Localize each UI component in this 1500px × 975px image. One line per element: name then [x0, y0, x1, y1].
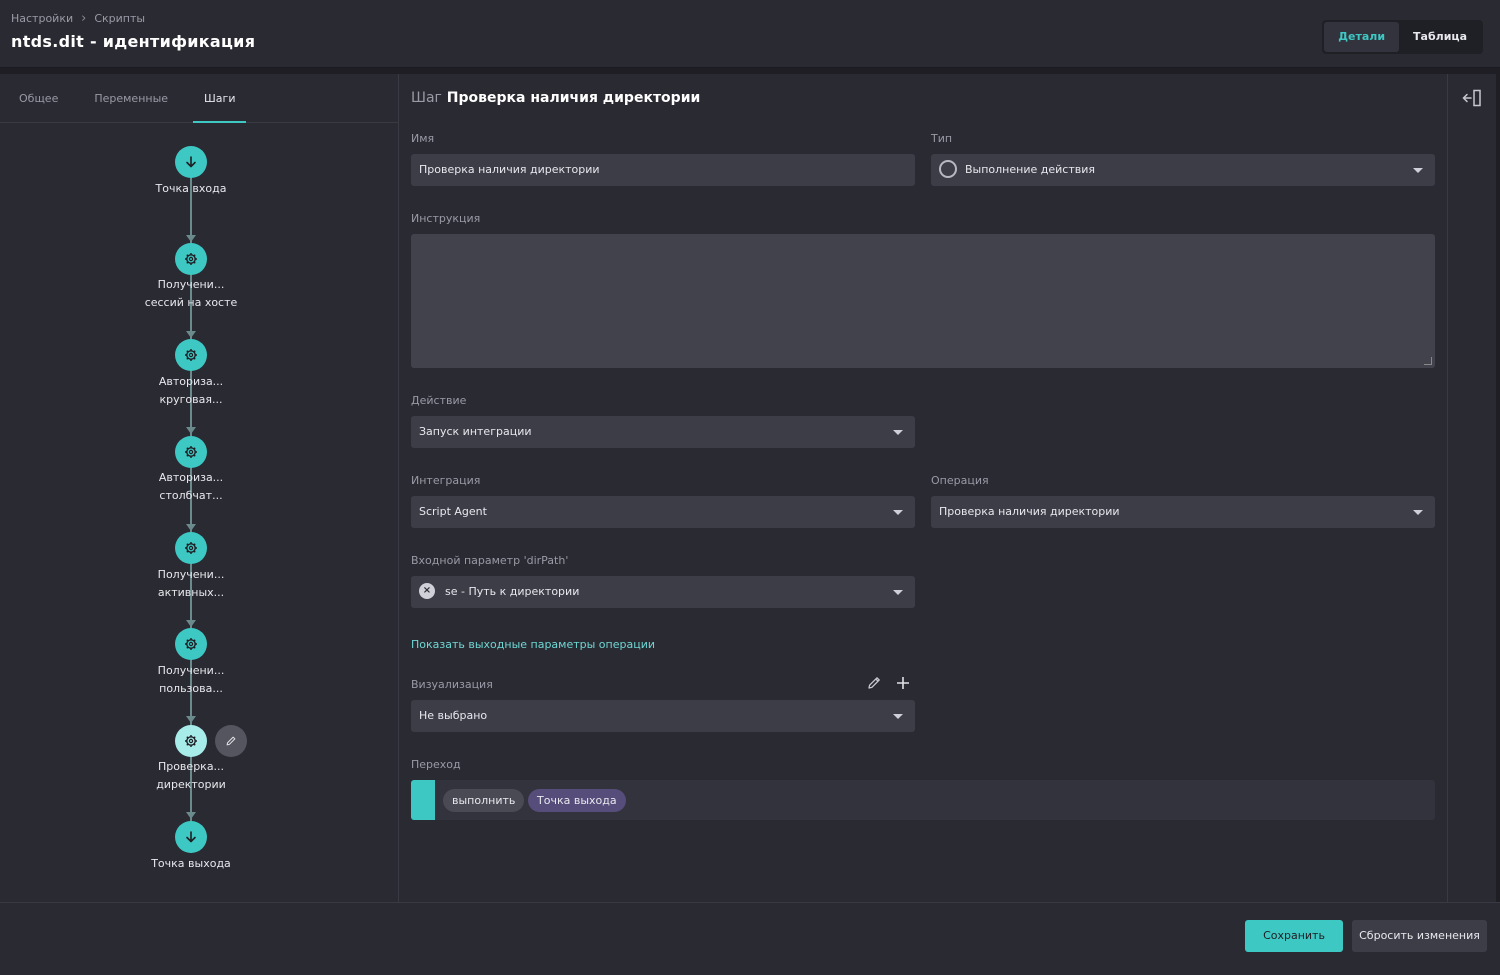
- chevron-down-icon: [893, 430, 903, 435]
- side-strip: [1447, 74, 1496, 902]
- transition-row: выполнить Точка выхода: [411, 780, 1435, 820]
- visualization-select[interactable]: Не выбрано: [411, 700, 915, 732]
- step-details-panel: Шаг Проверка наличия директории Имя Пров…: [399, 74, 1447, 902]
- step-node-selected[interactable]: [175, 725, 207, 757]
- arrow-down-icon: [186, 831, 196, 843]
- step-label: Авториза... круговая...: [158, 375, 224, 406]
- step-node-action[interactable]: [175, 628, 207, 660]
- gear-icon: [185, 446, 197, 458]
- step-label: Авториза... столбчат...: [158, 471, 224, 502]
- footer-actions: Сохранить Сбросить изменения: [0, 902, 1500, 975]
- instruction-label: Инструкция: [411, 212, 481, 225]
- gear-icon: [185, 735, 197, 747]
- type-label: Тип: [931, 132, 953, 145]
- step-node-action[interactable]: [175, 436, 207, 468]
- arrow-down-icon: [186, 156, 196, 168]
- chevron-down-icon: [1413, 168, 1423, 173]
- breadcrumb: Настройки › Скрипты: [11, 11, 145, 26]
- step-label: Получени... активных...: [157, 568, 225, 599]
- flow-arrow-icon: [186, 331, 196, 338]
- top-bar: Настройки › Скрипты ntds.dit - идентифик…: [0, 0, 1500, 68]
- visualization-label: Визуализация: [411, 678, 493, 691]
- pencil-icon: [868, 677, 880, 689]
- step-label: Получени... сессий на хосте: [144, 278, 238, 309]
- type-select[interactable]: Выполнение действия: [931, 154, 1435, 186]
- chevron-down-icon: [893, 714, 903, 719]
- add-visualization-button[interactable]: [895, 675, 911, 691]
- integration-label: Интеграция: [411, 474, 481, 487]
- chevron-right-icon: ›: [81, 11, 87, 26]
- save-button[interactable]: Сохранить: [1245, 920, 1343, 952]
- flow-arrow-icon: [186, 716, 196, 723]
- edit-step-button[interactable]: [215, 725, 247, 757]
- name-input[interactable]: Проверка наличия директории: [411, 154, 915, 186]
- step-label: Проверка... директории: [156, 760, 226, 791]
- left-tabs: Общее Переменные Шаги: [0, 74, 398, 123]
- chevron-down-icon: [893, 510, 903, 515]
- gear-icon: [185, 253, 197, 265]
- view-toggle: Детали Таблица: [1322, 20, 1483, 54]
- collapse-panel-button[interactable]: [1462, 88, 1484, 108]
- step-node-action[interactable]: [175, 339, 207, 371]
- page-title: ntds.dit - идентификация: [11, 32, 256, 51]
- chevron-down-icon: [1413, 510, 1423, 515]
- action-label: Действие: [411, 394, 467, 407]
- step-node-action[interactable]: [175, 532, 207, 564]
- transition-drag-handle[interactable]: [411, 780, 435, 820]
- breadcrumb-scripts[interactable]: Скрипты: [94, 12, 145, 25]
- chevron-down-icon: [893, 590, 903, 595]
- step-node-action[interactable]: [175, 243, 207, 275]
- steps-panel: Общее Переменные Шаги Точка входа Получе…: [0, 74, 399, 902]
- plus-icon: [897, 677, 909, 689]
- breadcrumb-settings[interactable]: Настройки: [11, 12, 73, 25]
- collapse-left-icon: [1462, 89, 1481, 107]
- step-label: Получени... пользова...: [157, 664, 225, 695]
- integration-select[interactable]: Script Agent: [411, 496, 915, 528]
- transition-target-chip[interactable]: Точка выхода: [528, 789, 626, 812]
- tab-steps[interactable]: Шаги: [193, 74, 247, 123]
- step-node-exit[interactable]: [175, 821, 207, 853]
- operation-select[interactable]: Проверка наличия директории: [931, 496, 1435, 528]
- edit-visualization-button[interactable]: [866, 675, 882, 691]
- gear-icon: [185, 638, 197, 650]
- flow-arrow-icon: [186, 524, 196, 531]
- transition-label: Переход: [411, 758, 461, 771]
- gear-icon: [185, 349, 197, 361]
- reset-changes-button[interactable]: Сбросить изменения: [1352, 920, 1487, 952]
- pencil-icon: [226, 736, 236, 746]
- step-title: Шаг Проверка наличия директории: [411, 90, 701, 106]
- resize-handle-icon[interactable]: [1424, 357, 1432, 365]
- step-node-entry[interactable]: [175, 146, 207, 178]
- circle-icon: [939, 160, 957, 178]
- step-label: Точка выхода: [151, 857, 231, 870]
- steps-flow-diagram: Точка входа Получени... сессий на хосте …: [0, 123, 399, 902]
- step-label: Точка входа: [155, 182, 227, 195]
- show-output-params-link[interactable]: Показать выходные параметры операции: [411, 638, 655, 651]
- flow-arrow-icon: [186, 620, 196, 627]
- gear-icon: [185, 542, 197, 554]
- action-select[interactable]: Запуск интеграции: [411, 416, 915, 448]
- table-view-button[interactable]: Таблица: [1399, 22, 1481, 52]
- variable-icon: ×: [419, 583, 435, 599]
- input-param-label: Входной параметр 'dirPath': [411, 554, 569, 567]
- instruction-textarea[interactable]: [411, 234, 1435, 368]
- operation-label: Операция: [931, 474, 989, 487]
- flow-arrow-icon: [186, 427, 196, 434]
- input-param-select[interactable]: × se - Путь к директории: [411, 576, 915, 608]
- details-view-button[interactable]: Детали: [1324, 22, 1400, 52]
- tab-general[interactable]: Общее: [8, 74, 69, 122]
- flow-arrow-icon: [186, 235, 196, 242]
- flow-arrow-icon: [186, 812, 196, 819]
- transition-action-chip[interactable]: выполнить: [443, 789, 525, 812]
- tab-variables[interactable]: Переменные: [83, 74, 179, 122]
- name-label: Имя: [411, 132, 435, 145]
